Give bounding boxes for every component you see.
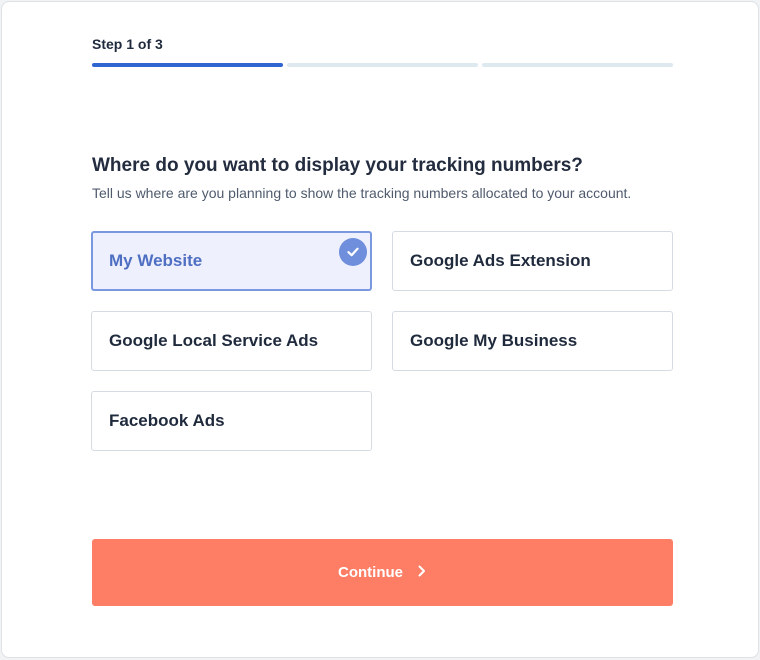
- checkmark-icon: [339, 238, 367, 266]
- option-label: Google Ads Extension: [410, 251, 591, 270]
- option-label: Google My Business: [410, 331, 578, 350]
- option-google-ads-extension[interactable]: Google Ads Extension: [392, 231, 673, 291]
- page-subtitle: Tell us where are you planning to show t…: [92, 185, 632, 201]
- option-google-local-service-ads[interactable]: Google Local Service Ads: [91, 311, 372, 371]
- option-my-website[interactable]: My Website: [91, 231, 372, 291]
- option-label: Facebook Ads: [109, 411, 225, 430]
- option-label: My Website: [109, 251, 203, 270]
- progress-bar: [92, 63, 673, 67]
- progress-segment-3: [482, 63, 673, 67]
- progress-segment-1: [92, 63, 283, 67]
- option-facebook-ads[interactable]: Facebook Ads: [91, 391, 372, 451]
- progress-segment-2: [287, 63, 478, 67]
- option-label: Google Local Service Ads: [109, 331, 319, 350]
- continue-button[interactable]: Continue: [92, 539, 673, 606]
- step-indicator: Step 1 of 3: [92, 36, 163, 52]
- chevron-right-icon: [417, 564, 427, 581]
- page-title: Where do you want to display your tracki…: [92, 155, 583, 176]
- option-google-my-business[interactable]: Google My Business: [392, 311, 673, 371]
- onboarding-card: Step 1 of 3 Where do you want to display…: [1, 1, 759, 658]
- continue-label: Continue: [338, 564, 403, 581]
